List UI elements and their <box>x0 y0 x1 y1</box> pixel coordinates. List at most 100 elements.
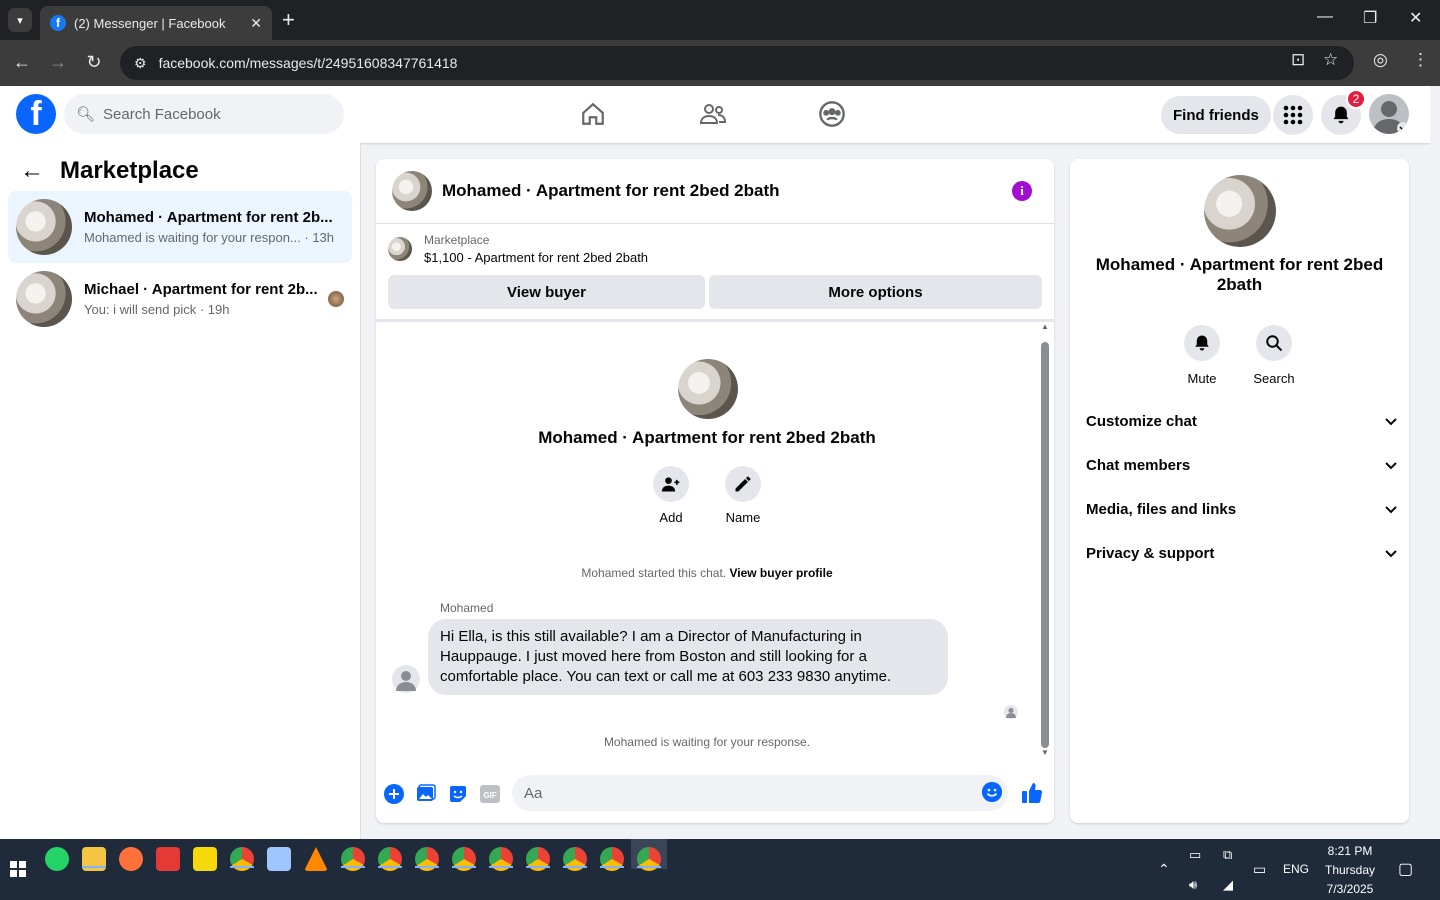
browser-tab[interactable]: f (2) Messenger | Facebook ✕ <box>40 6 272 40</box>
message-input[interactable]: Aa <box>512 775 1008 811</box>
conversation-preview: You: i will send pick · 19h <box>84 302 230 317</box>
active-indicator <box>600 866 624 868</box>
like-thumbs-up-icon[interactable] <box>1020 781 1044 805</box>
chevron-down-icon <box>1385 545 1397 562</box>
conversation-item-michael[interactable]: Michael · Apartment for rent 2b... You: … <box>8 263 352 335</box>
volume-icon[interactable]: 🔊︎ <box>1189 877 1197 893</box>
sidebar-title: Marketplace <box>60 157 199 184</box>
firefox-icon[interactable] <box>119 847 143 871</box>
chat-panel: Mohamed · Apartment for rent 2bed 2bath … <box>376 159 1054 823</box>
gif-icon[interactable]: GIF <box>479 783 501 805</box>
thread-scrollbar[interactable]: ▲ ▼ <box>1040 322 1050 760</box>
section-customize-chat[interactable]: Customize chat <box>1086 401 1397 441</box>
url-bar[interactable]: ⚙ facebook.com/messages/t/24951608347761… <box>120 46 1354 80</box>
facebook-logo-icon[interactable]: f <box>16 94 56 134</box>
section-chat-members[interactable]: Chat members <box>1086 445 1397 485</box>
scroll-down-icon[interactable]: ▼ <box>1040 748 1050 757</box>
started-text: Mohamed started this chat. <box>581 566 727 580</box>
install-app-icon[interactable]: ⊡ <box>1291 50 1305 70</box>
back-icon[interactable]: ← <box>11 52 33 73</box>
conversation-details-panel: Mohamed · Apartment for rent 2bed 2bath … <box>1070 159 1409 823</box>
listing-summary: Marketplace $1,100 - Apartment for rent … <box>388 233 648 265</box>
pencil-icon <box>725 466 761 502</box>
mute-button[interactable]: Mute <box>1174 325 1230 386</box>
minimize-icon[interactable]: — <box>1317 8 1333 26</box>
emoji-icon[interactable] <box>982 782 1002 802</box>
window-close-icon[interactable]: ✕ <box>1409 8 1422 28</box>
more-options-button[interactable]: More options <box>709 275 1042 309</box>
marketplace-sidebar: ← Marketplace Mohamed · Apartment for re… <box>0 143 361 839</box>
site-info-icon[interactable]: ⚙ <box>134 55 147 72</box>
url-text: facebook.com/messages/t/2495160834776141… <box>158 55 458 71</box>
find-friends-button[interactable]: Find friends <box>1161 96 1271 134</box>
home-icon[interactable] <box>573 98 613 130</box>
windows-taskbar: ⌃ ▭ ⧉ 🔊︎ ◢ ▭ ENG 8:21 PM Thursday 7/3/20… <box>0 839 1440 900</box>
notepad-icon[interactable] <box>267 847 291 871</box>
restore-icon[interactable]: ❐ <box>1363 8 1377 28</box>
seen-receipt-avatar <box>1004 705 1018 719</box>
scroll-up-icon[interactable]: ▲ <box>1040 322 1050 331</box>
chevron-down-icon <box>1385 457 1397 474</box>
menu-grid-icon[interactable] <box>1273 95 1313 135</box>
close-tab-icon[interactable]: ✕ <box>250 15 262 32</box>
windows-start-icon[interactable] <box>10 861 26 882</box>
account-avatar[interactable] <box>1369 94 1409 134</box>
sidebar-header: ← Marketplace <box>20 157 199 185</box>
details-name: Mohamed · Apartment for rent 2bed 2bath <box>1095 255 1384 294</box>
conversation-item-mohamed[interactable]: Mohamed · Apartment for rent 2b... Moham… <box>8 191 352 263</box>
sender-name: Mohamed <box>440 601 494 615</box>
page-scrollbar[interactable] <box>1430 86 1440 839</box>
listing-price-title: $1,100 - Apartment for rent 2bed 2bath <box>424 250 649 265</box>
language-indicator[interactable]: ENG <box>1283 862 1309 876</box>
notification-badge: 2 <box>1346 89 1366 109</box>
bookmark-star-icon[interactable]: ☆ <box>1323 50 1338 70</box>
facebook-header: f 🔍︎ Search Facebook Find friends 2 <box>0 86 1440 143</box>
reload-icon[interactable]: ↻ <box>83 52 105 73</box>
active-indicator <box>378 866 402 868</box>
back-arrow-icon[interactable]: ← <box>20 157 44 185</box>
scroll-thumb[interactable] <box>1041 342 1049 748</box>
menu-kebab-icon[interactable]: ⋮ <box>1412 50 1429 70</box>
chat-title[interactable]: Mohamed · Apartment for rent 2bed 2bath <box>442 181 780 201</box>
sticky-notes-icon[interactable] <box>193 847 217 871</box>
battery-icon[interactable]: ▭ <box>1189 847 1201 863</box>
device-icon[interactable]: ⧉ <box>1223 847 1232 863</box>
attach-photo-icon[interactable] <box>415 783 437 805</box>
keyboard-icon[interactable]: ▭ <box>1253 861 1266 878</box>
tab-title: (2) Messenger | Facebook <box>74 15 226 31</box>
clock-date[interactable]: 7/3/2025 <box>1322 882 1378 896</box>
search-icon <box>1256 325 1292 361</box>
vlc-icon[interactable] <box>304 847 328 871</box>
media-app-icon[interactable] <box>156 847 180 871</box>
whatsapp-icon[interactable] <box>45 847 69 871</box>
search-in-conversation-button[interactable]: Search <box>1246 325 1302 386</box>
conversation-name: Michael · Apartment for rent 2b... <box>84 281 318 298</box>
chat-avatar[interactable] <box>392 171 432 211</box>
clock-time[interactable]: 8:21 PM <box>1322 844 1378 858</box>
view-buyer-profile-link[interactable]: View buyer profile <box>729 566 832 580</box>
section-media-files-links[interactable]: Media, files and links <box>1086 489 1397 529</box>
message-composer: GIF Aa <box>376 767 1054 823</box>
view-buyer-button[interactable]: View buyer <box>388 275 705 309</box>
clock-day[interactable]: Thursday <box>1322 863 1378 877</box>
section-privacy-support[interactable]: Privacy & support <box>1086 533 1397 573</box>
sticker-icon[interactable] <box>447 783 469 805</box>
groups-icon[interactable] <box>812 98 852 130</box>
message-bubble: Hi Ella, is this still available? I am a… <box>428 619 948 695</box>
show-hidden-icons-icon[interactable]: ⌃ <box>1158 861 1170 878</box>
add-label: Add <box>659 510 683 525</box>
conversation-info-icon[interactable]: i <box>1012 181 1032 201</box>
friends-icon[interactable] <box>693 98 733 130</box>
add-person-button[interactable]: Add <box>641 466 701 525</box>
network-icon[interactable]: ◢ <box>1223 877 1233 893</box>
profile-icon[interactable]: ◎ <box>1373 50 1388 70</box>
forward-icon[interactable]: → <box>47 52 69 73</box>
new-tab-button[interactable]: + <box>282 8 295 32</box>
search-input[interactable]: 🔍︎ Search Facebook <box>64 94 344 134</box>
tab-search-button[interactable]: ▾ <box>8 8 32 32</box>
read-receipt-avatar <box>328 291 344 307</box>
more-actions-plus-icon[interactable] <box>383 783 405 805</box>
search-placeholder: Search Facebook <box>103 105 221 123</box>
name-chat-button[interactable]: Name <box>713 466 773 525</box>
notification-center-icon[interactable]: ▢ <box>1398 859 1413 879</box>
